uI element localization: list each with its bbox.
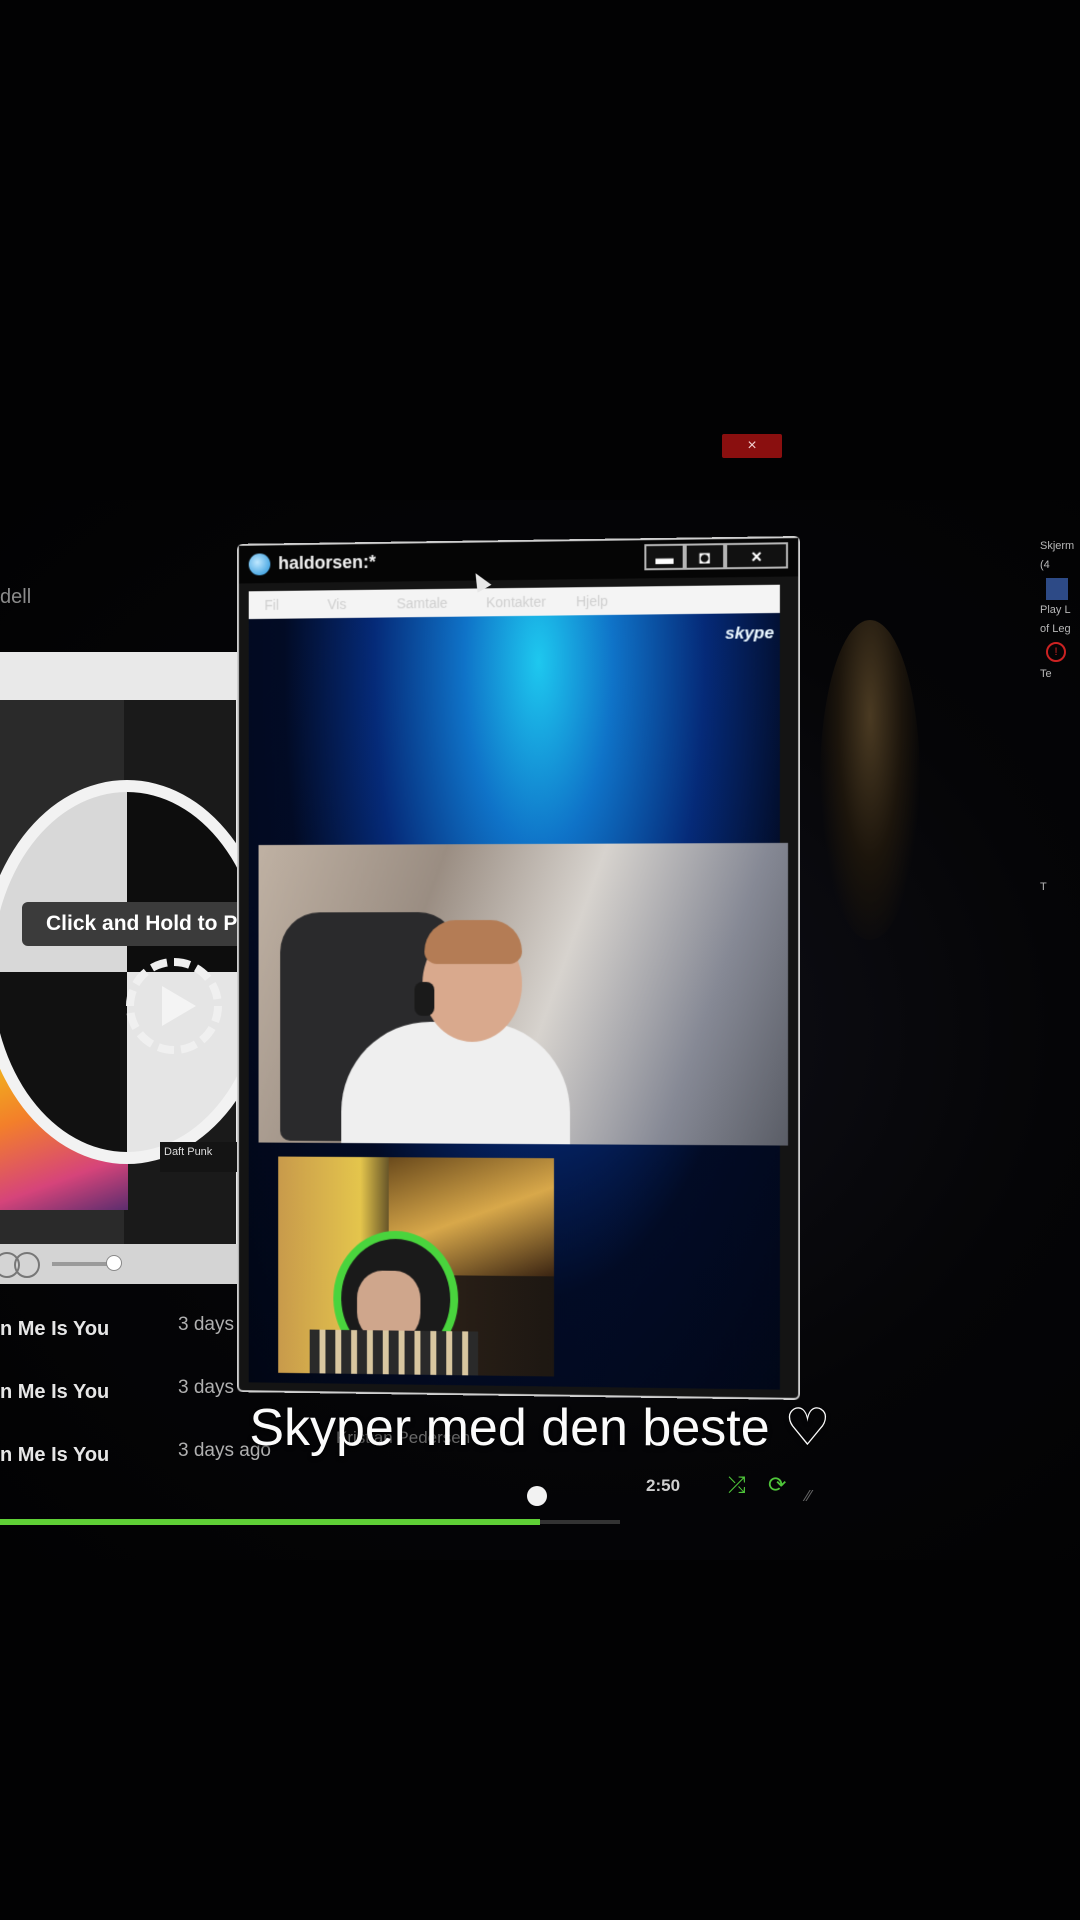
maximize-button[interactable]: ◘ <box>684 543 726 570</box>
desktop-icon-column: Skjerm (4 Play L of Leg ! Te T <box>1040 540 1080 900</box>
repeat-icon[interactable]: ⟳ <box>768 1472 786 1498</box>
play-icon[interactable] <box>162 986 196 1026</box>
menu-contacts[interactable]: Kontakter <box>486 594 546 611</box>
menu-help[interactable]: Hjelp <box>576 593 608 609</box>
playback-progress-fill <box>0 1519 540 1525</box>
headphones-in-video <box>414 981 435 1016</box>
lamp-reflection <box>820 620 920 940</box>
minimize-button[interactable]: ▬ <box>644 543 685 571</box>
elapsed-time: 2:50 <box>646 1476 681 1495</box>
desktop-icon-label[interactable]: Skjerm <box>1040 540 1080 553</box>
menu-call[interactable]: Samtale <box>397 595 448 612</box>
background-label: dell <box>0 586 32 608</box>
background-close-button[interactable]: × <box>722 434 782 458</box>
album-artist-label: Daft Punk <box>160 1142 240 1172</box>
skype-logo-icon <box>248 553 271 576</box>
desktop-icon-label[interactable]: Play L <box>1040 604 1080 617</box>
skype-brand-logo: skype <box>725 623 775 643</box>
remote-person-hair <box>424 919 522 965</box>
volume-knob[interactable] <box>106 1255 122 1271</box>
more-icon[interactable] <box>14 1252 40 1278</box>
menu-view[interactable]: Vis <box>327 596 346 612</box>
window-title: haldorsen:* <box>278 551 376 574</box>
menu-file[interactable]: Fil <box>264 597 279 613</box>
click-and-hold-tooltip: Click and Hold to P <box>22 902 252 946</box>
desktop-icon-label: (4 <box>1040 559 1050 571</box>
shuffle-icon[interactable]: ⤮ <box>728 1472 746 1498</box>
league-of-legends-icon[interactable] <box>1046 578 1068 600</box>
close-button[interactable]: × <box>725 542 789 570</box>
track-added: 3 days <box>178 1377 234 1398</box>
story-caption: Skyper med den beste ♡ <box>249 1399 831 1457</box>
desktop-icon-label[interactable]: T <box>1040 881 1080 894</box>
warning-icon: ! <box>1046 642 1066 662</box>
desktop-icon-label[interactable]: of Leg <box>1040 623 1080 636</box>
playback-progress-knob[interactable] <box>527 1486 547 1506</box>
track-added: 3 days <box>178 1314 234 1335</box>
desktop-icon-label[interactable]: Te <box>1040 668 1080 681</box>
track-title[interactable]: n Me Is You <box>0 1318 109 1341</box>
resize-grip-icon[interactable]: ⁄⁄ <box>806 1488 811 1506</box>
skype-call-window: haldorsen:* ▬ ◘ × Fil Vis Samtale Kontak… <box>236 536 801 1400</box>
self-person-shirt <box>309 1329 479 1376</box>
